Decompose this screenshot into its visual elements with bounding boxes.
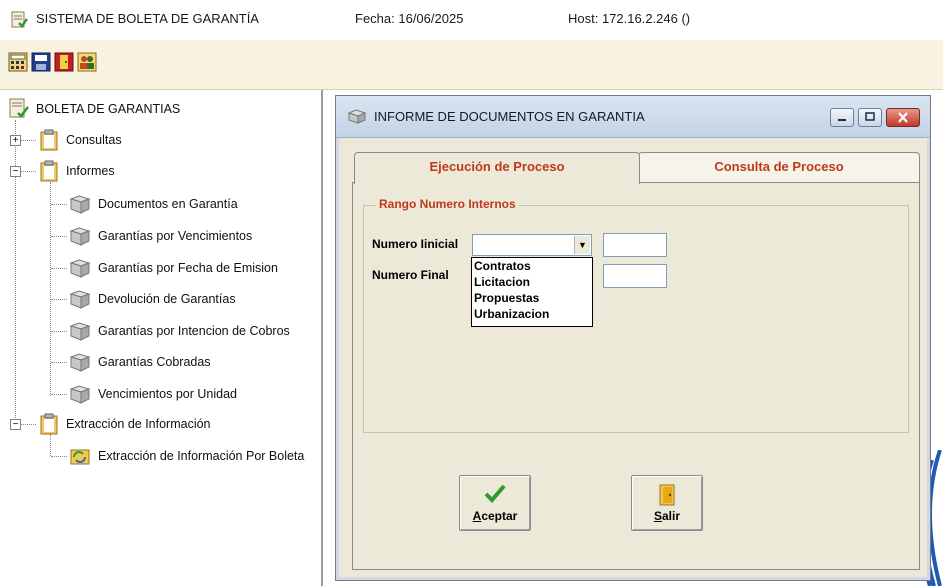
minimize-button[interactable] [830,108,854,127]
users-icon[interactable] [77,52,97,72]
clipboard-icon [40,160,58,182]
salir-button[interactable]: Salir [631,475,703,531]
tree-item-consultas[interactable]: Consultas [38,129,122,151]
app-document-icon [11,11,28,28]
report-stack-icon [69,290,91,309]
refresh-folder-icon [70,449,90,465]
rango-group-box: Rango Numero Internos Numero Iinicial ▼ … [363,197,909,433]
numero-inicial-combo[interactable]: ▼ [472,234,592,256]
tree-item-devolucion-garantias[interactable]: Devolución de Garantías [68,288,236,310]
dialog-body: Ejecución de Proceso Consulta de Proceso… [342,142,924,574]
boleta-root-icon [9,98,30,118]
tree-item-label: Vencimientos por Unidad [98,387,237,401]
tree-item-label: Extracción de Información Por Boleta [98,449,305,463]
tree-item-label: Garantías por Fecha de Emision [98,261,278,275]
tree-item-label: Garantías por Intencion de Cobros [98,324,290,338]
report-stack-icon [69,259,91,278]
report-stack-icon [69,385,91,404]
dropdown-option-licitacion[interactable]: Licitacion [472,274,592,290]
dialog-title-bar[interactable]: INFORME DE DOCUMENTOS EN GARANTIA [336,96,930,138]
app-title-bar: SISTEMA DE BOLETA DE GARANTÍA Fecha: 16/… [0,0,943,40]
close-icon [898,112,908,123]
tree-item-vencimientos-unidad[interactable]: Vencimientos por Unidad [68,383,237,405]
tree-item-informes[interactable]: Informes [38,160,115,182]
navigation-tree: BOLETA DE GARANTIAS + Consultas − Inform… [0,90,323,586]
dropdown-option-urbanizacion[interactable]: Urbanizacion [472,306,592,322]
calculator-icon[interactable] [8,52,28,72]
collapse-informes-icon[interactable]: − [10,166,21,177]
tree-item-extraccion-label: Extracción de Información [66,417,211,431]
dropdown-option-propuestas[interactable]: Propuestas [472,290,592,306]
tree-item-garantias-intencion-cobros[interactable]: Garantías por Intencion de Cobros [68,320,290,342]
report-stack-icon [69,322,91,341]
dialog-title: INFORME DE DOCUMENTOS EN GARANTIA [374,109,645,124]
tree-item-garantias-cobradas[interactable]: Garantías Cobradas [68,351,211,373]
maximize-icon [865,112,875,121]
tree-item-label: Garantías por Vencimientos [98,229,253,243]
clipboard-icon [40,413,58,435]
exit-door-icon[interactable] [54,52,74,72]
chevron-down-icon[interactable]: ▼ [574,236,590,254]
close-button[interactable] [886,108,920,127]
tree-root-label: BOLETA DE GARANTIAS [36,102,181,116]
report-stack-icon [69,227,91,246]
tree-item-informes-label: Informes [66,164,115,178]
dropdown-option-contratos[interactable]: Contratos [472,258,592,274]
save-disk-icon[interactable] [31,52,51,72]
numero-inicial-label: Numero Iinicial [372,237,459,251]
collapse-extraccion-icon[interactable]: − [10,419,21,430]
numero-final-textbox[interactable] [603,264,667,288]
numero-final-label: Numero Final [372,268,449,282]
report-stack-icon [69,353,91,372]
clipboard-icon [40,129,58,151]
host-label: Host: 172.16.2.246 () [568,11,691,26]
tree-root[interactable]: BOLETA DE GARANTIAS [8,98,180,120]
expand-consultas-icon[interactable]: + [10,135,21,146]
salir-label: Salir [653,509,681,523]
tree-item-extraccion-boleta[interactable]: Extracción de Información Por Boleta [68,445,304,467]
tree-item-extraccion[interactable]: Extracción de Información [38,413,211,435]
checkmark-icon [484,484,506,503]
app-title: SISTEMA DE BOLETA DE GARANTÍA [36,11,259,26]
tree-item-documentos-garantia[interactable]: Documentos en Garantía [68,193,238,215]
tree-item-consultas-label: Consultas [66,133,122,147]
tab-ejecucion-proceso[interactable]: Ejecución de Proceso [354,152,640,184]
numero-inicial-textbox[interactable] [603,233,667,257]
tree-item-label: Garantías Cobradas [98,355,211,369]
exit-door-icon [659,484,675,506]
toolbar [0,40,943,90]
group-title: Rango Numero Internos [376,197,519,211]
tree-item-garantias-vencimientos[interactable]: Garantías por Vencimientos [68,225,252,247]
tree-item-label: Devolución de Garantías [98,292,236,306]
aceptar-label: Aceptar [472,509,518,523]
date-label: Fecha: 16/06/2025 [355,11,464,26]
numero-inicial-dropdown-list: Contratos Licitacion Propuestas Urbaniza… [471,257,593,327]
window-app-icon [348,109,366,124]
minimize-icon [838,119,846,121]
tree-item-label: Documentos en Garantía [98,197,238,211]
informe-dialog: INFORME DE DOCUMENTOS EN GARANTIA Ejecuc… [335,95,931,581]
tree-item-garantias-fecha-emision[interactable]: Garantías por Fecha de Emision [68,257,278,279]
tab-consulta-proceso[interactable]: Consulta de Proceso [638,152,920,182]
tab-panel-ejecucion: Rango Numero Internos Numero Iinicial ▼ … [352,182,920,570]
aceptar-button[interactable]: Aceptar [459,475,531,531]
report-stack-icon [69,195,91,214]
maximize-button[interactable] [858,108,882,127]
